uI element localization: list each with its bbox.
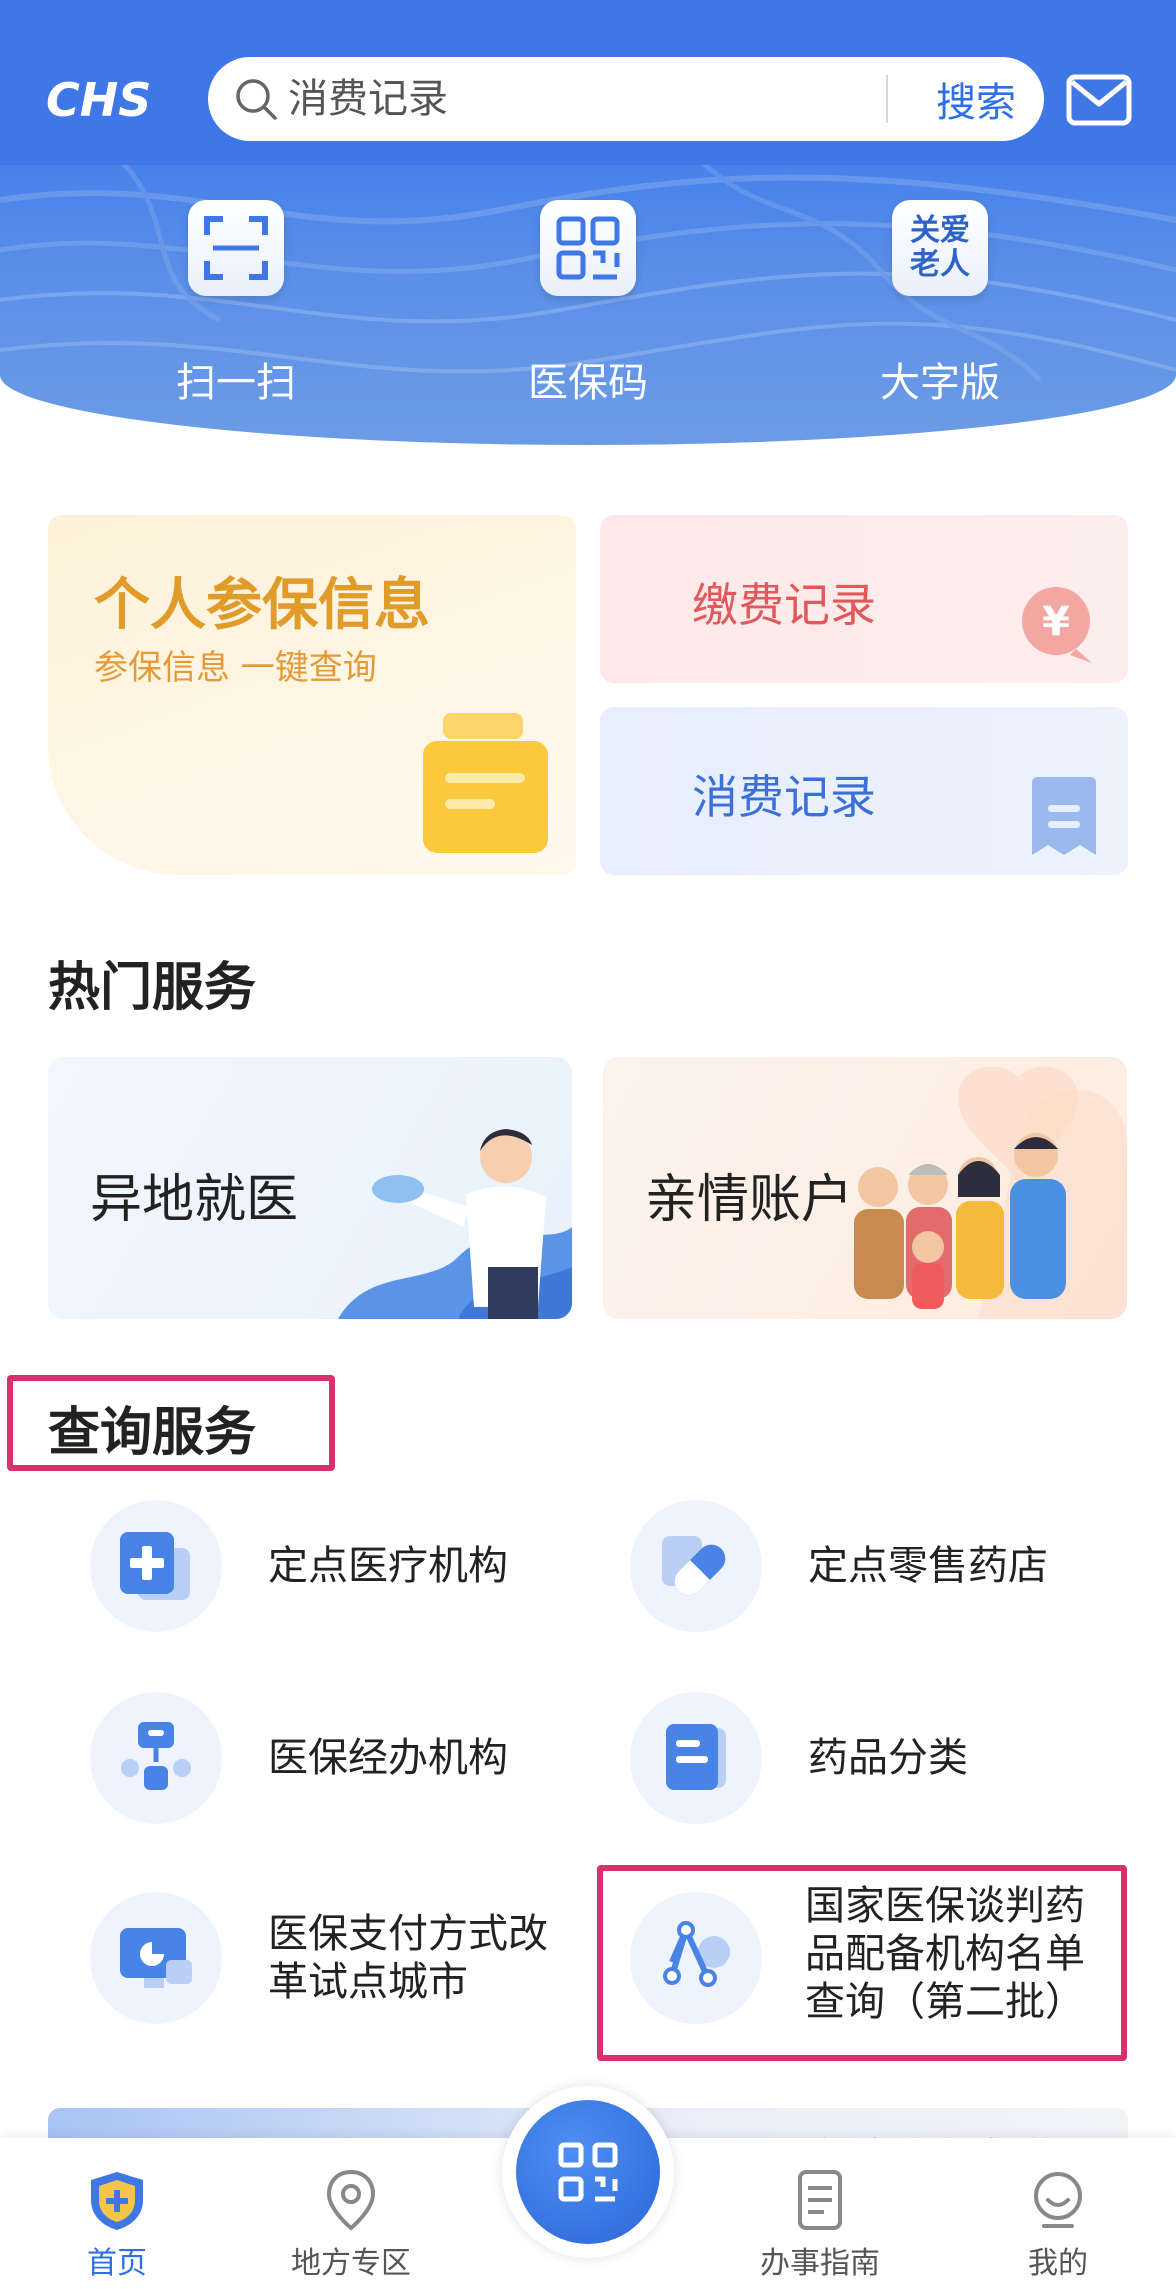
qr-scan-icon bbox=[516, 2100, 660, 2244]
monitor-icon bbox=[90, 1892, 222, 2024]
service-label: 定点零售药店 bbox=[808, 1543, 1048, 1589]
consumption-record-card[interactable]: 消费记录 bbox=[600, 707, 1128, 875]
quick-action-scan[interactable]: 扫一扫 bbox=[126, 200, 346, 410]
service-label-line: 革试点城市 bbox=[268, 1959, 468, 2005]
hospital-icon bbox=[90, 1500, 222, 1632]
quick-action-large-font[interactable]: 关爱 老人 大字版 bbox=[830, 200, 1050, 410]
home-shield-icon bbox=[91, 2172, 143, 2230]
hot-services-title: 热门服务 bbox=[48, 958, 257, 1018]
nav-service-guide[interactable]: 办事指南 bbox=[720, 2138, 920, 2289]
org-chart-icon bbox=[90, 1692, 222, 1824]
query-services-highlight bbox=[7, 1375, 335, 1471]
quick-action-medical-code[interactable]: 医保码 bbox=[478, 200, 698, 410]
nav-home[interactable]: 首页 bbox=[17, 2138, 217, 2289]
nav-mine[interactable]: 我的 bbox=[958, 2138, 1158, 2289]
elder-icon-text: 关爱 bbox=[910, 213, 970, 248]
card-title: 缴费记录 bbox=[692, 578, 876, 632]
card-title: 消费记录 bbox=[692, 770, 876, 824]
negotiated-drug-highlight bbox=[597, 1865, 1127, 2061]
family-illustration bbox=[854, 1066, 1127, 1319]
personal-insurance-card[interactable]: 个人参保信息 参保信息 一键查询 bbox=[48, 515, 576, 875]
yen-icon: ¥ bbox=[1022, 587, 1092, 663]
document-icon bbox=[630, 1692, 762, 1824]
mail-icon[interactable] bbox=[1066, 74, 1132, 126]
service-agency[interactable]: 医保经办机构 bbox=[90, 1692, 570, 1832]
svg-text:¥: ¥ bbox=[1042, 599, 1070, 645]
search-icon bbox=[236, 79, 277, 120]
quick-action-label: 大字版 bbox=[880, 360, 1000, 406]
service-designated-hospital[interactable]: 定点医疗机构 bbox=[90, 1500, 570, 1640]
nav-local-zone[interactable]: 地方专区 bbox=[251, 2138, 451, 2289]
scan-icon bbox=[188, 200, 284, 296]
nav-label: 我的 bbox=[1028, 2246, 1088, 2281]
nav-label: 办事指南 bbox=[760, 2246, 880, 2281]
receipt-icon bbox=[1032, 777, 1096, 855]
search-divider bbox=[886, 75, 888, 123]
service-designated-pharmacy[interactable]: 定点零售药店 bbox=[630, 1500, 1110, 1640]
card-title: 个人参保信息 bbox=[94, 573, 430, 638]
qr-code-icon bbox=[540, 200, 636, 296]
nav-label: 地方专区 bbox=[291, 2246, 411, 2281]
chs-logo: CHS bbox=[46, 74, 151, 124]
service-label-line: 医保支付方式改 bbox=[268, 1911, 548, 1957]
hot-service-family-account[interactable]: 亲情账户 bbox=[603, 1057, 1127, 1319]
elder-icon-text: 老人 bbox=[910, 247, 970, 282]
location-pin-icon bbox=[326, 2169, 376, 2231]
card-subtitle: 参保信息 一键查询 bbox=[94, 648, 377, 688]
quick-action-label: 医保码 bbox=[528, 360, 648, 406]
quick-action-label: 扫一扫 bbox=[176, 360, 296, 406]
profile-smile-icon bbox=[1034, 2172, 1082, 2228]
doctor-illustration bbox=[338, 1129, 572, 1319]
center-scan-button[interactable] bbox=[502, 2086, 674, 2258]
service-label: 定点医疗机构 bbox=[268, 1543, 508, 1589]
service-label: 药品分类 bbox=[808, 1735, 968, 1781]
elder-care-icon: 关爱 老人 bbox=[892, 200, 988, 296]
service-label: 医保经办机构 bbox=[268, 1735, 508, 1781]
service-drug-category[interactable]: 药品分类 bbox=[630, 1692, 1110, 1832]
hot-service-remote-medical[interactable]: 异地就医 bbox=[48, 1057, 572, 1319]
hot-service-label: 异地就医 bbox=[90, 1170, 299, 1230]
svg-text:CHS: CHS bbox=[46, 74, 151, 124]
pill-icon bbox=[630, 1500, 762, 1632]
service-payment-reform-cities[interactable]: 医保支付方式改 革试点城市 bbox=[90, 1892, 570, 2032]
service-label: 医保支付方式改 革试点城市 bbox=[268, 1910, 548, 2006]
search-bar[interactable]: 搜索 bbox=[208, 57, 1068, 141]
payment-record-card[interactable]: 缴费记录 ¥ bbox=[600, 515, 1128, 683]
search-button[interactable]: 搜索 bbox=[908, 57, 1044, 141]
folder-icon bbox=[423, 713, 548, 853]
nav-label: 首页 bbox=[87, 2246, 147, 2281]
guide-document-icon bbox=[798, 2170, 842, 2230]
